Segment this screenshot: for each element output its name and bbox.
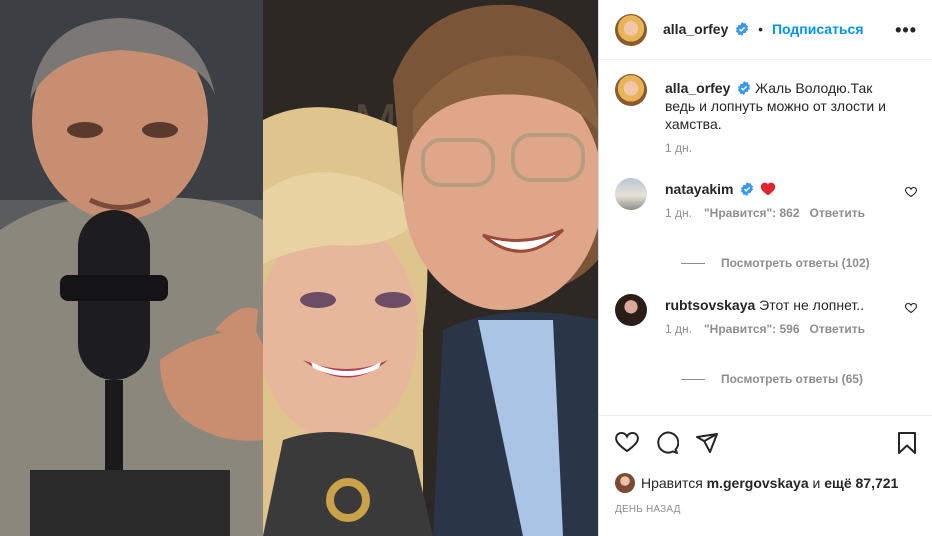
likes-summary: Нравится m.gergovskaya и ещё 87,721 (615, 473, 898, 493)
reply-button[interactable]: Ответить (810, 206, 865, 220)
photo-man-at-microphone (0, 0, 263, 536)
comment-time: 1 дн. (665, 322, 692, 336)
share-icon[interactable] (695, 431, 719, 455)
commenter-username[interactable]: rubtsovskaya (665, 297, 755, 313)
replies-divider (681, 378, 705, 380)
post-header: alla_orfey • Подписаться ••• (599, 0, 932, 60)
post-media[interactable]: ⬦ M (0, 0, 598, 536)
verified-badge-icon (736, 22, 749, 36)
comment-icon[interactable] (655, 431, 679, 455)
author-username[interactable]: alla_orfey (663, 21, 728, 37)
caption-author-avatar[interactable] (615, 74, 647, 106)
bookmark-icon[interactable] (897, 431, 917, 455)
post-side-panel: alla_orfey • Подписаться ••• alla_orfey (598, 0, 932, 536)
comment-meta: 1 дн. "Нравится": 596 Ответить (665, 322, 865, 336)
comment-likes[interactable]: "Нравится": 862 (704, 206, 800, 220)
comment-body: rubtsovskaya Этот не лопнет.. (665, 296, 893, 314)
verified-badge-icon (738, 81, 751, 95)
caption-time: 1 дн. (665, 141, 692, 155)
comment-item: natayakim 1 дн. "Нравится": 862 Ответить (615, 178, 917, 278)
follow-button[interactable]: Подписаться (772, 21, 864, 37)
liked-user[interactable]: m.gergovskaya (707, 475, 809, 491)
comment-item: rubtsovskaya Этот не лопнет.. 1 дн. "Нрав… (615, 294, 917, 394)
post-actions: Нравится m.gergovskaya и ещё 87,721 ДЕНЬ… (599, 415, 932, 536)
author-avatar[interactable] (615, 14, 647, 46)
caption-author-username[interactable]: alla_orfey (665, 80, 730, 96)
comment-meta: 1 дн. "Нравится": 862 Ответить (665, 206, 865, 220)
commenter-avatar[interactable] (615, 178, 647, 210)
red-heart-emoji-icon (761, 182, 776, 196)
liked-count-button[interactable]: ещё 87,721 (824, 475, 898, 491)
comment-text: Этот не лопнет.. (759, 297, 865, 313)
post-date[interactable]: ДЕНЬ НАЗАД (615, 504, 681, 515)
like-comment-heart-icon[interactable] (905, 186, 917, 198)
view-replies-link[interactable]: Посмотреть ответы (102) (681, 256, 870, 270)
reply-button[interactable]: Ответить (810, 322, 865, 336)
view-replies-link[interactable]: Посмотреть ответы (65) (681, 372, 863, 386)
photo-couple: ⬦ M (263, 0, 598, 536)
verified-badge-icon (741, 182, 754, 196)
view-replies-label: Посмотреть ответы (65) (721, 372, 863, 386)
commenter-username[interactable]: natayakim (665, 181, 733, 197)
comment-likes[interactable]: "Нравится": 596 (704, 322, 800, 336)
view-replies-label: Посмотреть ответы (102) (721, 256, 870, 270)
like-comment-heart-icon[interactable] (905, 302, 917, 314)
liked-and: и (812, 475, 821, 491)
more-options-icon[interactable]: ••• (895, 20, 917, 41)
comment-body: natayakim (665, 180, 893, 198)
heart-icon[interactable] (615, 431, 639, 453)
caption: alla_orfey Жаль Володю.Так ведь и лопнут… (615, 74, 917, 164)
comments-thread[interactable]: alla_orfey Жаль Володю.Так ведь и лопнут… (599, 60, 932, 415)
instagram-post: ⬦ M alla_orfey (0, 0, 932, 536)
commenter-avatar[interactable] (615, 294, 647, 326)
replies-divider (681, 262, 705, 264)
comment-time: 1 дн. (665, 206, 692, 220)
header-author-line: alla_orfey • Подписаться (663, 21, 864, 37)
liker-avatar[interactable] (615, 473, 635, 493)
separator-dot: • (758, 21, 764, 37)
liked-prefix: Нравится (641, 475, 703, 491)
caption-body: alla_orfey Жаль Володю.Так ведь и лопнут… (665, 79, 893, 133)
